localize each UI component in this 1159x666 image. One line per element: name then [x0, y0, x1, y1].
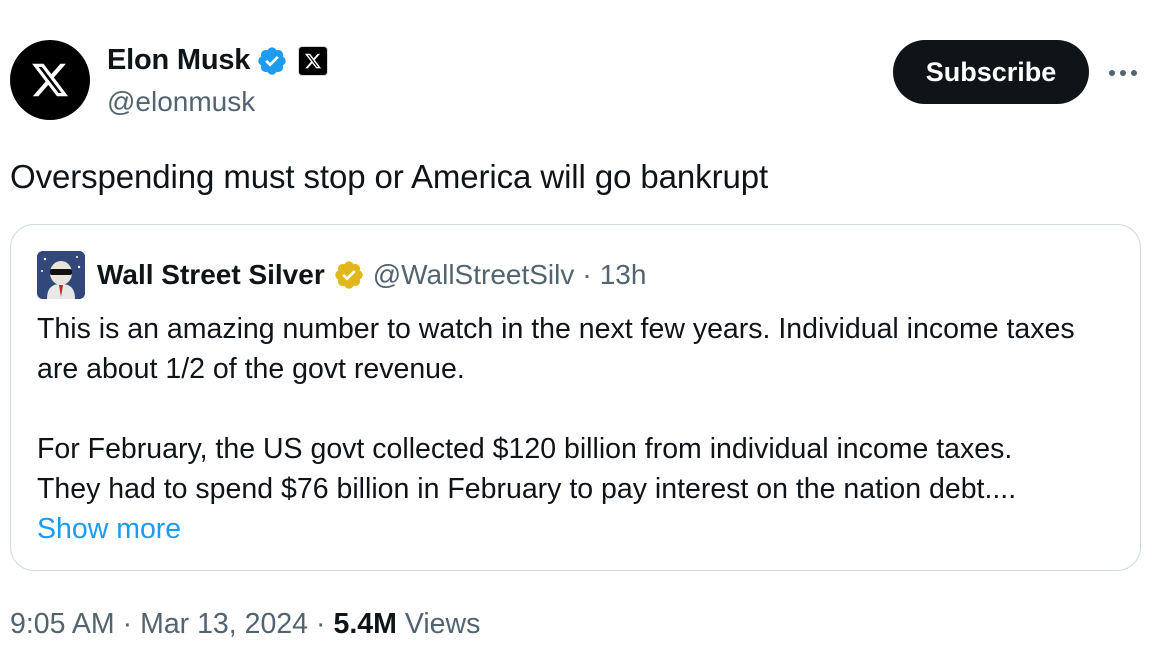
quoted-tweet-body: This is an amazing number to watch in th…: [37, 309, 1117, 549]
author-display-name[interactable]: Elon Musk: [107, 44, 250, 77]
avatar-image-icon: [37, 251, 85, 299]
show-more-link[interactable]: Show more: [37, 513, 181, 545]
quoted-author-handle[interactable]: @WallStreetSilv: [373, 259, 575, 291]
author-avatar[interactable]: [10, 40, 90, 120]
quoted-author-name[interactable]: Wall Street Silver: [97, 259, 325, 291]
x-logo-icon: [32, 63, 69, 97]
tweet-time[interactable]: 9:05 AM: [10, 608, 115, 641]
author-name-row: Elon Musk: [107, 44, 329, 77]
quoted-paragraph-1: This is an amazing number to watch in th…: [37, 313, 1075, 385]
views-count[interactable]: 5.4M: [334, 608, 397, 640]
more-options-icon: [1109, 70, 1137, 76]
separator-dot: ·: [582, 259, 592, 290]
author-handle[interactable]: @elonmusk: [107, 86, 255, 118]
subscribe-button[interactable]: Subscribe: [893, 40, 1089, 104]
separator-dot: ·: [316, 608, 326, 640]
x-logo-icon: [305, 53, 322, 68]
tweet-date[interactable]: Mar 13, 2024: [140, 608, 308, 641]
quoted-tweet-time[interactable]: 13h: [600, 259, 647, 291]
views-label: Views: [404, 608, 481, 640]
affiliation-badge[interactable]: [298, 45, 329, 76]
tweet-meta: 9:05 AM · Mar 13, 2024 · 5.4M Views: [10, 608, 480, 641]
verified-blue-badge-icon[interactable]: [256, 45, 288, 77]
separator-dot: ·: [122, 608, 133, 640]
quoted-author-avatar[interactable]: [37, 251, 85, 299]
quoted-paragraph-2-line-1: For February, the US govt collected $120…: [37, 433, 1013, 465]
more-options-button[interactable]: [1105, 58, 1141, 88]
verified-gold-badge-icon[interactable]: [333, 259, 365, 291]
quoted-tweet-header: Wall Street Silver @WallStreetSilv · 13h: [37, 251, 646, 299]
tweet-text: Overspending must stop or America will g…: [10, 158, 769, 195]
quoted-paragraph-2-line-2: They had to spend $76 billion in Februar…: [37, 473, 1017, 505]
quoted-tweet-card[interactable]: Wall Street Silver @WallStreetSilv · 13h…: [10, 224, 1141, 571]
